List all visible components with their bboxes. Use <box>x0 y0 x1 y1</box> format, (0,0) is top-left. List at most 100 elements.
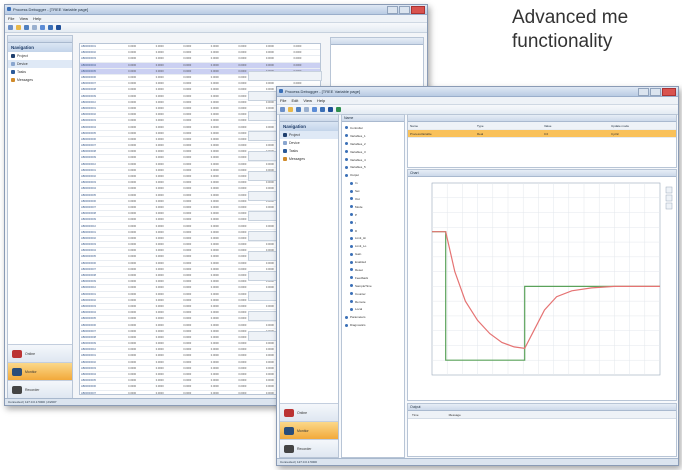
nav-item-tasks[interactable]: Tasks <box>8 68 72 76</box>
heading-line-2: functionality <box>512 31 613 52</box>
tree-item[interactable]: In <box>345 179 404 187</box>
table-cell: 0.0 <box>544 131 549 136</box>
variable-icon <box>350 292 353 296</box>
copy-icon[interactable] <box>40 25 45 30</box>
column-header[interactable]: Update mode <box>609 124 676 128</box>
tree-item[interactable]: Output <box>345 171 404 179</box>
table-cell: Cyclic <box>611 131 619 136</box>
tree-item[interactable]: Counter <box>345 290 404 298</box>
column-header[interactable]: Message <box>449 413 461 417</box>
tree-item[interactable]: P <box>345 211 404 219</box>
close-button[interactable] <box>662 88 676 96</box>
variable-icon <box>350 236 353 240</box>
tree-item[interactable]: Set <box>345 187 404 195</box>
nav-item-device[interactable]: Device <box>280 139 338 147</box>
menu-help[interactable]: Help <box>317 98 325 103</box>
column-header[interactable]: Name <box>408 124 475 128</box>
tree-item[interactable]: Remote <box>345 298 404 306</box>
minimize-button[interactable] <box>638 88 649 96</box>
tree-item[interactable]: Variables_1 <box>345 132 404 140</box>
chart-panel-title: Chart <box>408 170 676 177</box>
menu-edit[interactable]: Edit <box>291 98 298 103</box>
properties-icon[interactable] <box>328 107 333 112</box>
tree-item[interactable]: Limit_Lo <box>345 242 404 250</box>
variable-icon <box>350 197 353 201</box>
heading-line-1: Advanced me <box>512 7 629 28</box>
tree-item[interactable]: Variables_3 <box>345 148 404 156</box>
tree-item[interactable]: D <box>345 227 404 235</box>
open-folder-icon[interactable] <box>288 107 293 112</box>
nav-item-project[interactable]: Project <box>280 131 338 139</box>
tree-item[interactable]: Controller <box>345 124 404 132</box>
nav-item-tasks[interactable]: Tasks <box>280 147 338 155</box>
output-panel-title: Output <box>408 404 676 411</box>
tree-item[interactable]: Parameters <box>345 313 404 321</box>
list-item[interactable] <box>248 71 322 81</box>
cut-icon[interactable] <box>304 107 309 112</box>
back-recorder-button[interactable]: Recorder <box>8 380 72 398</box>
tree-item[interactable]: I <box>345 219 404 227</box>
variable-icon <box>345 165 348 169</box>
menu-file[interactable]: File <box>280 98 286 103</box>
table-cell: ProcessVariable <box>410 131 432 136</box>
front-recorder-button[interactable]: Recorder <box>280 439 338 457</box>
device-icon <box>283 141 287 145</box>
back-menubar: File View Help <box>5 15 427 23</box>
tree-item[interactable]: Local <box>345 305 404 313</box>
front-monitor-button[interactable]: Monitor <box>280 421 338 439</box>
feature-heading: Advanced me functionality <box>512 6 628 54</box>
variable-icon <box>350 268 353 272</box>
tree-item[interactable]: Out <box>345 195 404 203</box>
front-online-button[interactable]: Online <box>280 403 338 421</box>
menu-view[interactable]: View <box>19 16 28 21</box>
nav-item-messages[interactable]: Messages <box>280 155 338 163</box>
nav-item-messages[interactable]: Messages <box>8 76 72 84</box>
menu-help[interactable]: Help <box>33 16 41 21</box>
column-header[interactable]: Time <box>412 413 419 417</box>
tree-item[interactable]: Feedback <box>345 274 404 282</box>
value-table[interactable]: Name Type Value Update mode ProcessVaria… <box>407 114 677 168</box>
close-button[interactable] <box>411 6 425 14</box>
tree-item-label: Variables_2 <box>350 141 366 146</box>
new-icon[interactable] <box>8 25 13 30</box>
tree-item[interactable]: Variables_4 <box>345 156 404 164</box>
tree-item[interactable]: Enabled <box>345 258 404 266</box>
tree-item[interactable]: Mode <box>345 203 404 211</box>
run-icon[interactable] <box>336 107 341 112</box>
column-header[interactable]: Type <box>475 124 542 128</box>
tree-item-label: P <box>355 212 358 217</box>
front-window: Process Debugger - [TREE Variable page] … <box>276 86 679 466</box>
save-icon[interactable] <box>296 107 301 112</box>
cut-icon[interactable] <box>32 25 37 30</box>
paste-icon[interactable] <box>48 25 53 30</box>
tree-item[interactable]: Variables_5 <box>345 163 404 171</box>
maximize-button[interactable] <box>650 88 661 96</box>
trend-chart[interactable] <box>408 177 676 399</box>
properties-icon[interactable] <box>56 25 61 30</box>
tree-item[interactable]: Variables_2 <box>345 140 404 148</box>
tree-item[interactable]: Gain <box>345 250 404 258</box>
menu-file[interactable]: File <box>8 16 14 21</box>
tree-item-label: Controller <box>350 125 364 130</box>
copy-icon[interactable] <box>312 107 317 112</box>
new-icon[interactable] <box>280 107 285 112</box>
column-header[interactable]: Value <box>542 124 609 128</box>
monitor-icon <box>12 367 22 376</box>
open-folder-icon[interactable] <box>16 25 21 30</box>
nav-item-project[interactable]: Project <box>8 52 72 60</box>
back-window-title: Process Debugger - [TREE Variable page] <box>13 7 89 12</box>
nav-item-device[interactable]: Device <box>8 60 72 68</box>
menu-view[interactable]: View <box>303 98 312 103</box>
paste-icon[interactable] <box>320 107 325 112</box>
tree-item[interactable]: Diagnostics <box>345 321 404 329</box>
tree-item[interactable]: Reset <box>345 266 404 274</box>
variable-tree[interactable]: Name Controller Variables_1 Variables_2 Var… <box>341 114 405 458</box>
back-online-button[interactable]: Online <box>8 344 72 362</box>
table-row[interactable]: ProcessVariable Real 0.0 Cyclic <box>408 130 676 138</box>
tree-item[interactable]: Limit_Hi <box>345 234 404 242</box>
maximize-button[interactable] <box>399 6 410 14</box>
tree-item[interactable]: SampleTime <box>345 282 404 290</box>
minimize-button[interactable] <box>387 6 398 14</box>
save-icon[interactable] <box>24 25 29 30</box>
back-monitor-button[interactable]: Monitor <box>8 362 72 380</box>
